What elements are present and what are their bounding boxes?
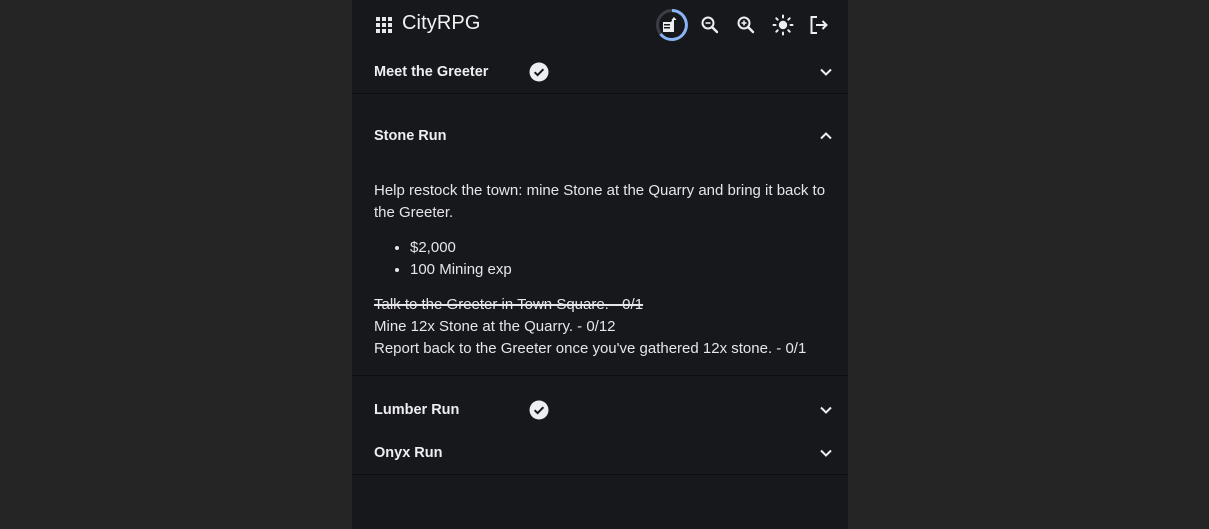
check-circle-icon — [529, 62, 549, 82]
quest-title: Stone Run — [374, 128, 447, 144]
chevron-down-icon[interactable] — [816, 62, 836, 82]
quest-title: Meet the Greeter — [374, 64, 489, 80]
quest-panel: Onyx Run — [352, 432, 848, 474]
objective-item-completed: Talk to the Greeter in Town Square. - 0/… — [374, 296, 644, 313]
quest-progress-ring-icon[interactable] — [654, 7, 690, 43]
quest-objectives: Talk to the Greeter in Town Square. - 0/… — [374, 294, 844, 360]
logout-icon[interactable] — [807, 13, 831, 37]
app-title: CityRPG — [402, 12, 481, 34]
divider — [352, 474, 848, 475]
quest-panel: Meet the Greeter — [352, 50, 848, 94]
divider — [352, 93, 848, 94]
quest-header-lumber-run[interactable]: Lumber Run — [352, 388, 848, 432]
chevron-down-icon[interactable] — [816, 400, 836, 420]
quest-description: Help restock the town: mine Stone at the… — [374, 182, 826, 221]
reward-item: $2,000 — [410, 237, 512, 259]
quest-header-meet-the-greeter[interactable]: Meet the Greeter — [352, 50, 848, 94]
chevron-down-icon[interactable] — [816, 443, 836, 463]
quest-panel: Lumber Run — [352, 388, 848, 432]
reward-item: 100 Mining exp — [410, 259, 512, 281]
zoom-out-icon[interactable] — [698, 13, 722, 37]
apps-grid-icon[interactable] — [376, 17, 392, 33]
divider — [352, 375, 848, 376]
objective-item: Mine 12x Stone at the Quarry. - 0/12 — [374, 318, 616, 335]
chevron-up-icon[interactable] — [816, 126, 836, 146]
sun-brightness-icon[interactable] — [771, 13, 795, 37]
check-circle-icon — [529, 400, 549, 420]
app-container: CityRPG Meet the Greeter Stone Run Help … — [352, 0, 848, 529]
quest-header-onyx-run[interactable]: Onyx Run — [352, 432, 848, 474]
quest-header-stone-run[interactable]: Stone Run — [352, 110, 848, 162]
objective-item: Report back to the Greeter once you've g… — [374, 340, 807, 357]
top-bar: CityRPG — [352, 0, 848, 50]
zoom-in-icon[interactable] — [734, 13, 758, 37]
quest-rewards-list: $2,000 100 Mining exp — [374, 237, 512, 281]
quest-title: Onyx Run — [374, 445, 443, 461]
quest-title: Lumber Run — [374, 402, 460, 418]
